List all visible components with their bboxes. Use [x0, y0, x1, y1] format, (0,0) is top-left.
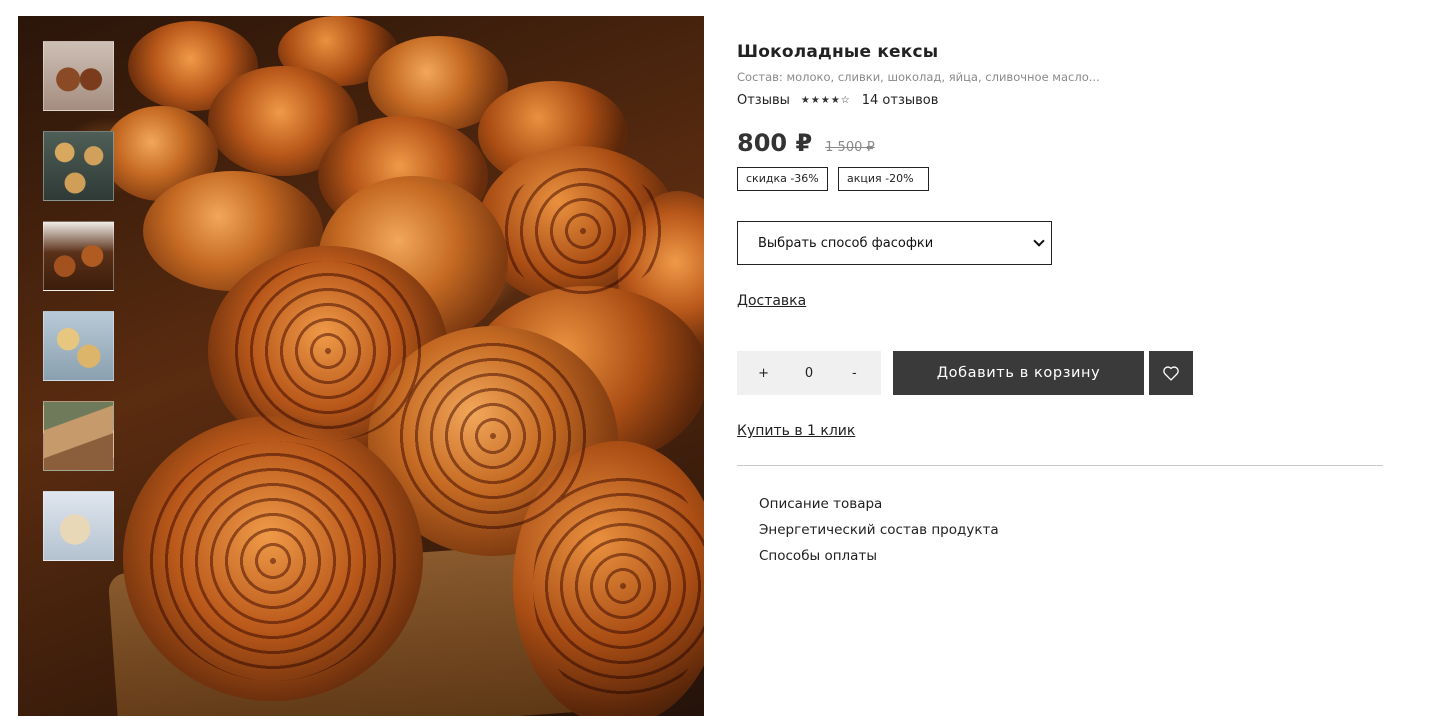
- divider: [737, 465, 1383, 466]
- thumbnail-cookies[interactable]: [43, 131, 114, 201]
- delivery-link[interactable]: Доставка: [737, 293, 806, 309]
- product-tabs: Описание товара Энергетический состав пр…: [737, 495, 1383, 573]
- wishlist-button[interactable]: [1149, 351, 1193, 395]
- product-composition: Состав: молоко, сливки, шоколад, яйца, с…: [737, 70, 1100, 84]
- thumbnail-pie-slices[interactable]: [43, 401, 114, 471]
- old-price: 1 500 ₽: [825, 140, 875, 155]
- add-to-cart-button[interactable]: Добавить в корзину: [893, 351, 1144, 395]
- chevron-down-icon: [1033, 235, 1045, 247]
- quantity-minus-button[interactable]: -: [842, 366, 866, 381]
- price-row: 800 ₽ 1 500 ₽: [737, 129, 1383, 159]
- badge-list: скидка -36% акция -20%: [737, 167, 1383, 191]
- thumbnail-list: [43, 41, 114, 581]
- heart-icon: [1163, 366, 1179, 381]
- packaging-select-value: Выбрать способ фасофки: [758, 235, 934, 251]
- packaging-select[interactable]: Выбрать способ фасофки: [737, 221, 1052, 265]
- buy-one-click-link[interactable]: Купить в 1 клик: [737, 423, 855, 439]
- cart-row: + 0 - Добавить в корзину: [737, 351, 1383, 395]
- thumbnail-chocolate-cupcakes[interactable]: [43, 41, 114, 111]
- promo-badge: акция -20%: [838, 167, 929, 191]
- product-main-image[interactable]: [18, 16, 704, 716]
- thumbnail-cinnamon-buns[interactable]: [43, 221, 114, 291]
- rating-stars-icon: ★★★★☆: [800, 94, 851, 106]
- reviews-label[interactable]: Отзывы: [737, 93, 790, 108]
- tab-energy-composition[interactable]: Энергетический состав продукта: [759, 521, 1383, 547]
- quantity-value[interactable]: 0: [805, 366, 813, 381]
- quantity-stepper: + 0 -: [737, 351, 881, 395]
- thumbnail-blueberry-pastry[interactable]: [43, 491, 114, 561]
- reviews-count[interactable]: 14 отзывов: [862, 93, 939, 108]
- thumbnail-blueberry-muffins[interactable]: [43, 311, 114, 381]
- product-info: Шоколадные кексы Состав: молоко, сливки,…: [737, 40, 1383, 573]
- tab-payment-methods[interactable]: Способы оплаты: [759, 547, 1383, 573]
- tab-description[interactable]: Описание товара: [759, 495, 1383, 521]
- reviews-row: Отзывы ★★★★☆ 14 отзывов: [737, 91, 1383, 109]
- product-title: Шоколадные кексы: [737, 42, 939, 62]
- quantity-plus-button[interactable]: +: [752, 366, 776, 381]
- discount-badge: скидка -36%: [737, 167, 828, 191]
- current-price: 800 ₽: [737, 129, 813, 157]
